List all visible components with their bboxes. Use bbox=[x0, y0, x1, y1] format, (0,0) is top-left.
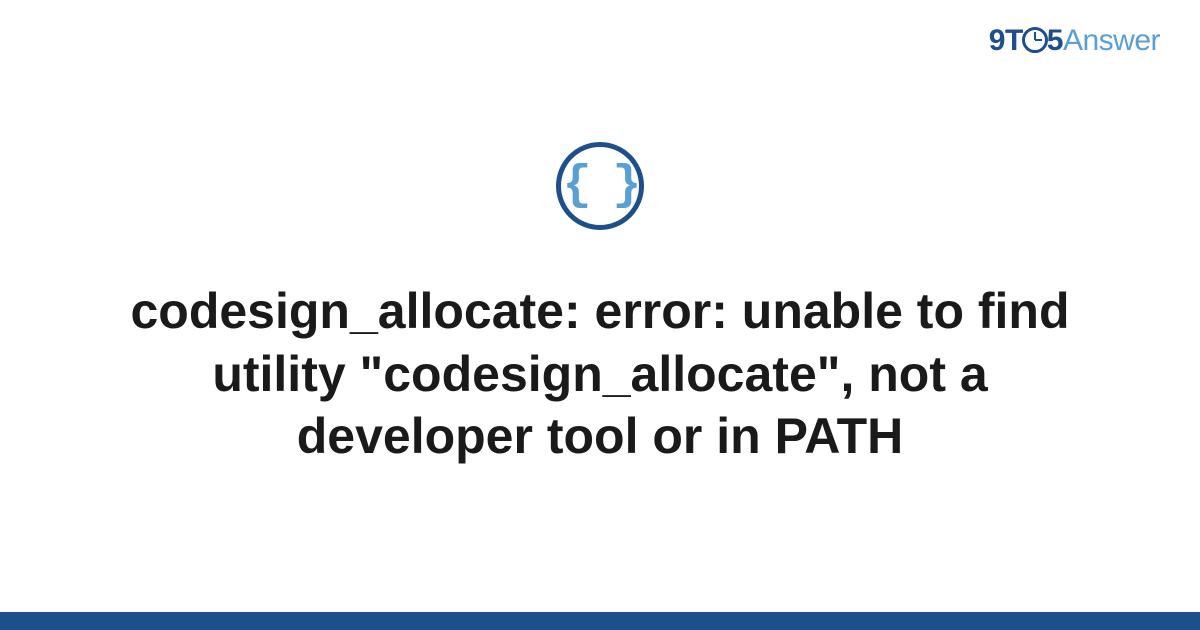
main-content: { } codesign_allocate: error: unable to … bbox=[0, 0, 1200, 630]
braces-glyph: { } bbox=[563, 162, 637, 210]
page-title: codesign_allocate: error: unable to find… bbox=[100, 280, 1100, 468]
code-braces-icon: { } bbox=[556, 142, 644, 230]
footer-accent-bar bbox=[0, 612, 1200, 630]
